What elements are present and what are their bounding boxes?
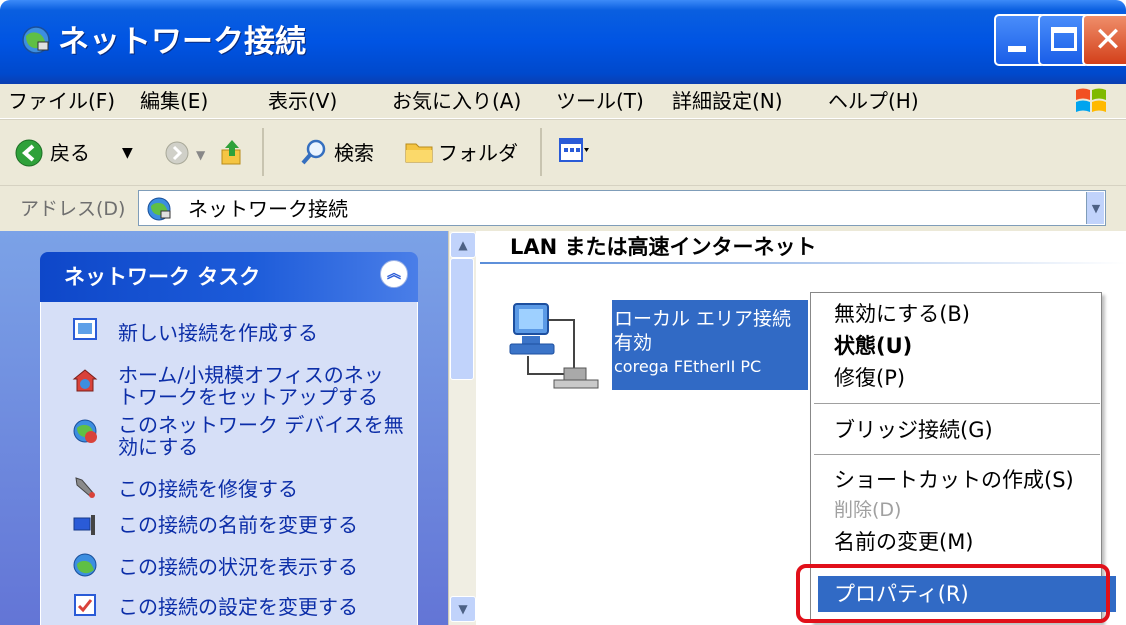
menu-item-delete: 削除(D) (834, 499, 902, 521)
task-label: この接続の状況を表示する (118, 555, 358, 579)
task-disable-device[interactable]: このネットワーク デバイスを無 効にする (118, 414, 404, 458)
connection-status: 有効 (614, 332, 653, 354)
status-icon (72, 552, 98, 578)
menu-tools[interactable]: ツール(T) (556, 86, 644, 116)
task-label-line: トワークをセットアップする (118, 385, 378, 409)
menu-help[interactable]: ヘルプ(H) (828, 86, 919, 116)
minimize-icon (1008, 46, 1026, 52)
back-arrow-icon[interactable] (14, 138, 44, 168)
toolbar-separator (262, 128, 264, 176)
chevron-down-icon: ▼ (1091, 202, 1101, 215)
rename-icon (72, 512, 98, 538)
windows-logo-icon (1074, 86, 1108, 116)
folder-icon[interactable] (404, 138, 434, 166)
views-icon[interactable] (558, 136, 590, 166)
network-connections-icon (146, 196, 174, 222)
task-label: この接続の設定を変更する (118, 595, 358, 619)
task-label: この接続の名前を変更する (118, 513, 358, 537)
menu-separator (814, 454, 1100, 455)
highlight-annotation (796, 564, 1110, 623)
repair-wrench-icon (72, 474, 98, 500)
chevron-up-icon: ▲ (458, 238, 468, 252)
menu-item-repair[interactable]: 修復(P) (818, 362, 1116, 394)
home-network-icon (72, 368, 98, 394)
task-rename-connection[interactable]: この接続の名前を変更する (118, 514, 358, 536)
forward-arrow-icon[interactable] (164, 140, 190, 166)
search-button[interactable]: 検索 (334, 138, 374, 168)
menu-item-bridge[interactable]: ブリッジ接続(G) (818, 414, 1116, 446)
menu-item-create-shortcut[interactable]: ショートカットの作成(S) (818, 464, 1116, 496)
task-panel-title: ネットワーク タスク (64, 265, 261, 289)
menu-item-rename[interactable]: 名前の変更(M) (818, 526, 1116, 558)
task-label-line: 効にする (118, 435, 199, 459)
up-folder-icon[interactable] (218, 136, 248, 168)
menu-item-disable[interactable]: 無効にする(B) (818, 298, 1116, 330)
settings-icon (72, 592, 98, 618)
task-label-line: ホーム/小規模オフィスのネッ (118, 363, 384, 387)
back-button[interactable]: 戻る (50, 138, 90, 168)
task-label: この接続を修復する (118, 477, 298, 501)
folders-button[interactable]: フォルダ (438, 138, 518, 168)
menu-advanced[interactable]: 詳細設定(N) (672, 86, 783, 116)
menu-item-status[interactable]: 状態(U) (818, 330, 1116, 362)
search-icon[interactable] (300, 138, 328, 166)
scroll-thumb[interactable] (450, 258, 474, 380)
close-icon: ✕ (1093, 20, 1123, 60)
collapse-icon[interactable]: ︽ (380, 260, 408, 288)
task-new-connection[interactable]: 新しい接続を作成する (118, 322, 318, 344)
scroll-up-button[interactable]: ▲ (450, 232, 476, 258)
task-view-status[interactable]: この接続の状況を表示する (118, 556, 358, 578)
task-label-line: このネットワーク デバイスを無 (118, 413, 404, 437)
toolbar-separator (540, 128, 542, 176)
menu-view[interactable]: 表示(V) (268, 86, 337, 116)
chevron-down-icon: ▼ (458, 602, 468, 616)
menu-file[interactable]: ファイル(F) (8, 86, 115, 116)
forward-dropdown-icon[interactable]: ▼ (196, 140, 205, 170)
maximize-icon (1051, 27, 1077, 51)
address-label: アドレス(D) (20, 198, 126, 220)
task-change-settings[interactable]: この接続の設定を変更する (118, 596, 358, 618)
toolbar: 戻る ▼ ▼ 検索 フォルダ (0, 119, 1126, 185)
network-connections-icon (20, 24, 52, 56)
task-label: 新しい接続を作成する (118, 321, 318, 345)
menu-favorites[interactable]: お気に入り(A) (392, 86, 521, 116)
window-title: ネットワーク接続 (58, 24, 306, 60)
group-header-divider (480, 262, 1126, 264)
task-home-office-network[interactable]: ホーム/小規模オフィスのネッ トワークをセットアップする (118, 364, 384, 408)
address-value: ネットワーク接続 (188, 197, 348, 221)
menu-edit[interactable]: 編集(E) (140, 86, 208, 116)
lan-connection-icon[interactable] (508, 298, 604, 394)
back-dropdown-icon[interactable]: ▼ (122, 138, 133, 168)
task-repair-connection[interactable]: この接続を修復する (118, 478, 298, 500)
connection-device: corega FEtherII PC (614, 357, 762, 376)
new-connection-icon (72, 316, 98, 342)
menu-bar: ファイル(F) 編集(E) 表示(V) お気に入り(A) ツール(T) 詳細設定… (0, 84, 1126, 118)
scroll-down-button[interactable]: ▼ (450, 596, 476, 622)
close-button[interactable]: ✕ (1082, 14, 1126, 66)
connection-name: ローカル エリア接続 (614, 308, 792, 330)
group-header: LAN または高速インターネット (510, 235, 817, 259)
address-dropdown-button[interactable]: ▼ (1086, 192, 1104, 224)
disable-device-icon (72, 418, 98, 444)
menu-separator (814, 403, 1100, 404)
